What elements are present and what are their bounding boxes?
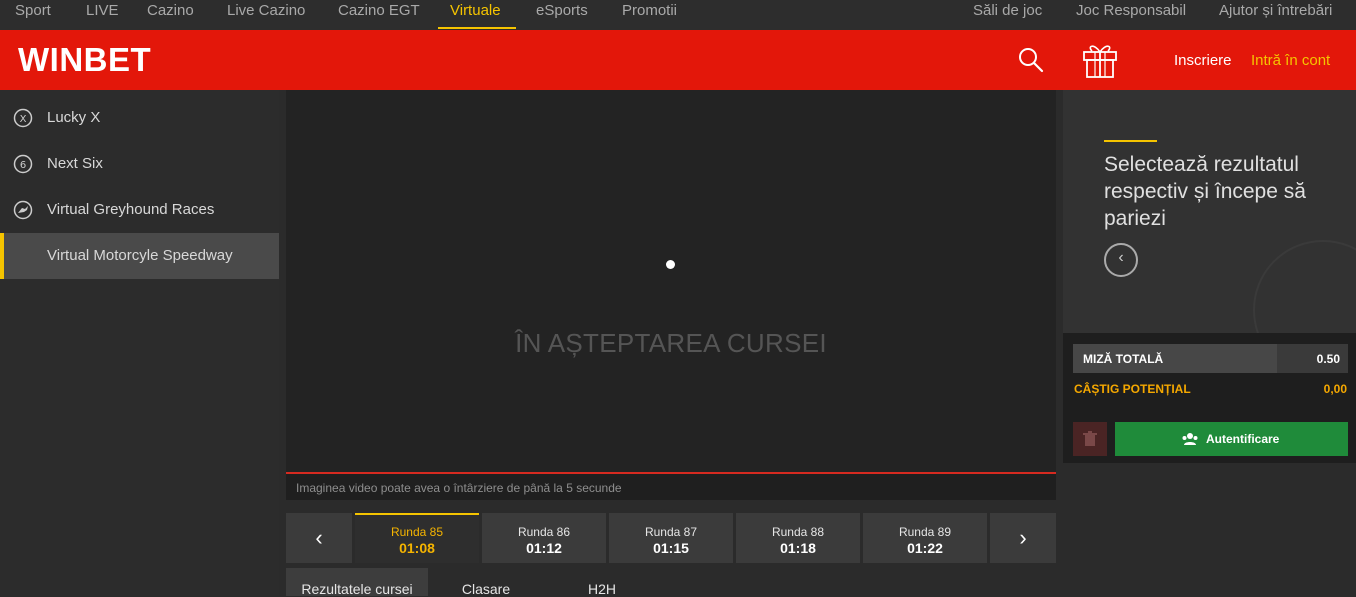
tab-clasare[interactable]: Clasare [436,568,536,597]
video-player[interactable]: ÎN AȘTEPTAREA CURSEI [286,90,1056,474]
tab-race-results[interactable]: Rezultatele cursei [286,568,428,597]
sidebar-item-motorcycle-speedway[interactable]: Virtual Motorcyle Speedway [0,233,279,279]
round-tab[interactable]: Runda 88 01:18 [736,513,860,563]
video-delay-note: Imaginea video poate avea o întârziere d… [286,474,1056,500]
round-label: Runda 86 [517,525,571,539]
loading-indicator [666,260,675,269]
sidebar-item-label: Virtual Greyhound Races [47,201,215,218]
total-stake-input[interactable]: 0.50 [1277,344,1348,373]
round-time: 01:18 [780,540,816,556]
nav-live[interactable]: LIVE [86,0,119,30]
accent-line [1104,140,1157,142]
back-button[interactable]: ‹ [1104,243,1138,277]
round-label: Runda 87 [644,525,698,539]
round-label: Runda 88 [771,525,825,539]
round-time: 01:15 [653,540,689,556]
sidebar-item-label: Next Six [47,155,103,172]
svg-text:X: X [20,114,27,125]
sidebar-item-next-six[interactable]: 6 Next Six [0,141,279,187]
login-link[interactable]: Intră în cont [1251,52,1330,69]
round-selector: ‹ Runda 85 01:08 Runda 86 01:12 Runda 87… [286,513,1056,563]
active-indicator [0,233,4,279]
chevron-left-icon: ‹ [315,525,323,550]
info-tabs: Rezultatele cursei Clasare H2H [286,568,1056,597]
betslip-panel: Selectează rezultatul respectiv și încep… [1063,90,1356,596]
sidebar-item-label: Virtual Motorcyle Speedway [47,247,233,264]
chevron-right-icon: › [1019,525,1027,550]
next-six-icon: 6 [13,154,33,174]
nav-ajutor[interactable]: Ajutor și întrebări [1219,0,1332,30]
nav-joc-responsabil[interactable]: Joc Responsabil [1076,0,1186,30]
trash-icon [1083,431,1097,446]
round-tab[interactable]: Runda 85 01:08 [355,513,479,563]
tab-h2h[interactable]: H2H [552,568,652,597]
virtual-games-sidebar: X Lucky X 6 Next Six Virtual Greyhound R… [0,90,279,596]
register-link[interactable]: Inscriere [1174,52,1232,69]
nav-cazino[interactable]: Cazino [147,0,194,30]
promo-text: Selectează rezultatul respectiv și încep… [1104,153,1306,230]
sidebar-item-greyhound[interactable]: Virtual Greyhound Races [0,187,279,233]
tab-label: Rezultatele cursei [301,581,413,597]
nav-sali-de-joc[interactable]: Săli de joc [973,0,1042,30]
search-icon[interactable] [1016,46,1046,76]
sidebar-item-lucky-x[interactable]: X Lucky X [0,95,279,141]
nav-cazino-egt[interactable]: Cazino EGT [338,0,420,30]
potential-win-label: CÂȘTIG POTENȚIAL [1074,382,1191,396]
next-round-button[interactable]: › [990,513,1056,563]
greyhound-icon [13,200,33,220]
nav-active-underline [438,27,516,29]
gift-icon[interactable] [1082,41,1118,79]
total-stake-label: MIZĂ TOTALĂ [1083,352,1164,366]
round-tab[interactable]: Runda 89 01:22 [863,513,987,563]
total-stake-row: MIZĂ TOTALĂ 0.50 [1073,344,1348,373]
betslip-promo: Selectează rezultatul respectiv și încep… [1063,90,1356,333]
waiting-status: ÎN AȘTEPTAREA CURSEI [515,328,827,358]
tab-label: Clasare [461,581,511,597]
round-label: Runda 85 [390,525,444,539]
round-label: Runda 89 [898,525,952,539]
header-bar: WINBET Inscriere Intră în cont [0,30,1356,90]
nav-promotii[interactable]: Promotii [622,0,677,30]
round-tab[interactable]: Runda 87 01:15 [609,513,733,563]
total-stake-value: 0.50 [1316,352,1340,366]
svg-text:6: 6 [20,160,26,171]
decorative-circle [1253,240,1356,333]
sidebar-item-label: Lucky X [47,109,101,126]
potential-win-value: 0,00 [1323,382,1347,396]
betslip-summary: MIZĂ TOTALĂ 0.50 CÂȘTIG POTENȚIAL 0,00 A… [1063,333,1356,463]
users-icon [1182,433,1198,445]
lucky-x-icon: X [13,108,33,128]
chevron-left-icon: ‹ [1118,249,1124,266]
nav-sport[interactable]: Sport [15,0,51,30]
login-button-label: Autentificare [1206,432,1280,446]
winbet-logo[interactable]: WINBET [18,40,151,80]
clear-betslip-button[interactable] [1073,422,1107,456]
tab-label: H2H [587,581,616,597]
top-navigation: Sport LIVE Cazino Live Cazino Cazino EGT… [0,0,1356,30]
delay-note-text: Imaginea video poate avea o întârziere d… [296,481,622,495]
nav-esports[interactable]: eSports [536,0,588,30]
nav-live-cazino[interactable]: Live Cazino [227,0,305,30]
round-time: 01:08 [399,540,435,556]
round-time: 01:12 [526,540,562,556]
login-button[interactable]: Autentificare [1115,422,1348,456]
round-time: 01:22 [907,540,943,556]
round-tab[interactable]: Runda 86 01:12 [482,513,606,563]
prev-round-button[interactable]: ‹ [286,513,352,563]
nav-virtuale[interactable]: Virtuale [450,0,501,30]
